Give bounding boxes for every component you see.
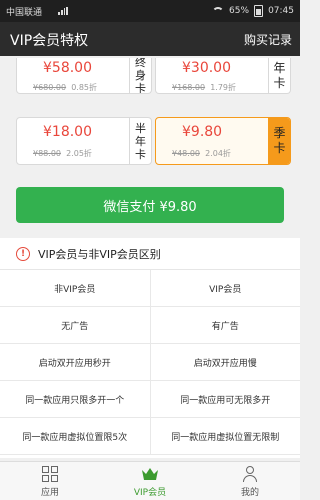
table-cell: 同一款应用虚拟位置限5次 (22, 432, 128, 443)
package-price: ¥30.00 (182, 60, 231, 76)
package-label: 季卡 (268, 118, 290, 164)
package-original-price: ¥88.00 2.05折 (33, 149, 92, 158)
clock: 07:45 (268, 6, 294, 16)
package-price: ¥58.00 (43, 60, 92, 76)
tab-label: 我的 (240, 488, 259, 498)
package-original-price: ¥680.00 0.85折 (33, 83, 97, 92)
package-price: ¥18.00 (43, 124, 92, 140)
page-title: VIP会员特权 (10, 33, 89, 49)
carrier-name: 中国联通 (6, 8, 43, 18)
table-cell: 无广告 (61, 321, 89, 332)
table-cell: 同一款应用可无限多开 (149, 381, 301, 417)
table-header-cell: 非VIP会员 (54, 284, 96, 295)
table-row: 同一款应用虚拟位置限5次 同一款应用虚拟位置无限制 (0, 418, 300, 455)
comparison-title: VIP会员与非VIP会员区别 (38, 247, 161, 261)
table-cell: 启动双开应用慢 (149, 344, 301, 380)
battery-icon (254, 5, 264, 17)
table-cell: 同一款应用虚拟位置无限制 (149, 418, 301, 454)
tab-label: VIP会员 (133, 488, 167, 498)
table-row: 启动双开应用秒开 启动双开应用慢 (0, 344, 300, 381)
package-card-quarter-selected[interactable]: ¥9.80 ¥48.00 2.04折 季卡 (155, 117, 291, 165)
package-label: 半年卡 (129, 118, 151, 164)
package-card-lifetime[interactable]: ¥58.00 ¥680.00 0.85折 终身卡 (16, 58, 152, 94)
purchase-records-link[interactable]: 购买记录 (244, 31, 292, 48)
signal-icon (58, 7, 68, 15)
battery-percent: 65% (229, 6, 250, 16)
bottom-tab-bar: 应用 VIP会员 我的 (0, 461, 300, 500)
package-label: 年卡 (268, 58, 290, 93)
title-bar: VIP会员特权 购买记录 (0, 22, 300, 56)
package-card-half-year[interactable]: ¥18.00 ¥88.00 2.05折 半年卡 (16, 117, 152, 165)
tab-mine[interactable]: 我的 (200, 462, 300, 500)
tab-label: 应用 (40, 488, 59, 498)
tab-vip[interactable]: VIP会员 (100, 462, 200, 500)
vip-comparison-section: ! VIP会员与非VIP会员区别 非VIP会员 VIP会员 无广告 有广告 启动… (0, 238, 300, 458)
crown-icon (141, 466, 159, 482)
wifi-icon (212, 6, 225, 16)
package-original-price: ¥168.00 1.79折 (172, 83, 236, 92)
package-original-price: ¥48.00 2.04折 (172, 149, 231, 158)
table-cell: 启动双开应用秒开 (38, 358, 111, 369)
user-icon (242, 466, 258, 482)
comparison-header: ! VIP会员与非VIP会员区别 (0, 238, 300, 270)
table-cell: 同一款应用只限多开一个 (25, 395, 125, 406)
table-row: 无广告 有广告 (0, 307, 300, 344)
comparison-table: 非VIP会员 VIP会员 无广告 有广告 启动双开应用秒开 启动双开应用慢 同一… (0, 270, 300, 455)
package-label: 终身卡 (129, 58, 151, 93)
package-card-year[interactable]: ¥30.00 ¥168.00 1.79折 年卡 (155, 58, 291, 94)
table-row: 同一款应用只限多开一个 同一款应用可无限多开 (0, 381, 300, 418)
grid-icon (42, 466, 58, 482)
wechat-pay-button[interactable]: 微信支付 ¥9.80 (16, 187, 284, 223)
table-header-cell: VIP会员 (149, 270, 301, 306)
exclamation-icon: ! (16, 246, 30, 261)
package-price: ¥9.80 (182, 124, 223, 140)
status-bar: 中国联通 65% 07:45 (0, 0, 300, 22)
table-cell: 有广告 (149, 307, 301, 343)
tab-apps[interactable]: 应用 (0, 462, 100, 500)
table-header-row: 非VIP会员 VIP会员 (0, 270, 300, 307)
